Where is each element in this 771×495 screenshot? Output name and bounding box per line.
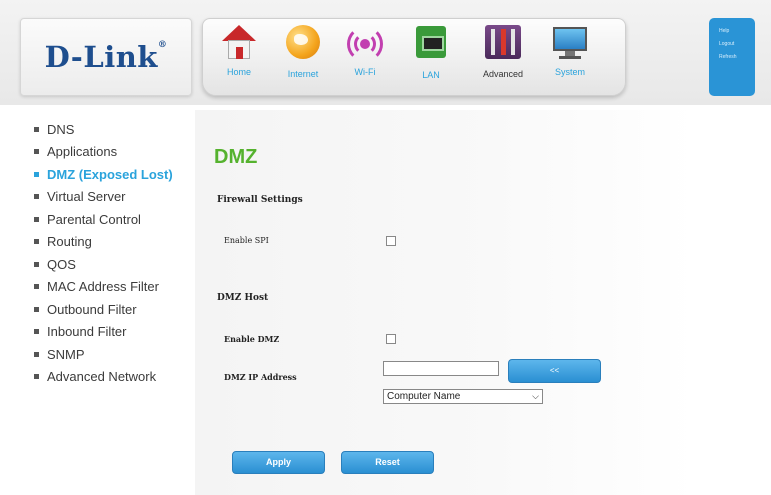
bullet-icon bbox=[34, 149, 39, 155]
reset-button[interactable]: Reset bbox=[341, 451, 434, 474]
sidebar-item-label: SNMP bbox=[47, 346, 85, 362]
sidebar-item-dmz[interactable]: DMZ (Exposed Lost) bbox=[34, 163, 194, 186]
sidebar-item-inbound-filter[interactable]: Inbound Filter bbox=[34, 321, 194, 344]
nav-advanced[interactable]: Advanced bbox=[473, 23, 533, 91]
sidebar-item-label: Applications bbox=[47, 144, 118, 160]
bullet-icon bbox=[34, 306, 39, 312]
nav-wifi[interactable]: Wi-Fi bbox=[335, 23, 395, 91]
bullet-icon bbox=[34, 194, 39, 200]
sidebar-item-routing[interactable]: Routing bbox=[34, 231, 194, 254]
advanced-sidebar: DNS Applications DMZ (Exposed Lost) Virt… bbox=[34, 118, 194, 388]
home-icon bbox=[221, 25, 257, 61]
bullet-icon bbox=[34, 216, 39, 222]
page-title: DMZ bbox=[214, 146, 258, 168]
sidebar-item-label: QOS bbox=[47, 256, 76, 272]
toolbox-icon bbox=[485, 25, 521, 59]
nav-internet-label: Internet bbox=[287, 69, 319, 79]
nav-system-label: System bbox=[554, 67, 585, 77]
nav-home[interactable]: Home bbox=[209, 23, 269, 91]
sidebar-item-mac-filter[interactable]: MAC Address Filter bbox=[34, 276, 194, 299]
sidebar-item-parental-control[interactable]: Parental Control bbox=[34, 208, 194, 231]
help-link[interactable]: Help bbox=[719, 28, 755, 34]
nav-advanced-label: Advanced bbox=[482, 69, 524, 79]
refresh-link[interactable]: Refresh bbox=[719, 54, 755, 60]
sidebar-item-label: DNS bbox=[47, 121, 75, 137]
bullet-icon bbox=[34, 171, 39, 177]
main-nav: Home Internet Wi-Fi LAN Advanced System bbox=[202, 18, 626, 96]
nav-home-label: Home bbox=[226, 67, 251, 77]
nav-system[interactable]: System bbox=[540, 23, 600, 91]
nav-wifi-label: Wi-Fi bbox=[354, 67, 376, 77]
dmz-ip-label: DMZ IP Address bbox=[224, 372, 297, 382]
bullet-icon bbox=[34, 329, 39, 335]
sidebar-item-outbound-filter[interactable]: Outbound Filter bbox=[34, 298, 194, 321]
d-link-logo[interactable]: D-Link® bbox=[20, 18, 192, 96]
dmz-host-heading: DMZ Host bbox=[217, 293, 269, 303]
sidebar-item-label: Advanced Network bbox=[47, 369, 157, 385]
sidebar-item-snmp[interactable]: SNMP bbox=[34, 343, 194, 366]
sidebar-item-qos[interactable]: QOS bbox=[34, 253, 194, 276]
bullet-icon bbox=[34, 261, 39, 267]
firewall-settings-heading: Firewall Settings bbox=[217, 195, 303, 205]
sidebar-item-label: Virtual Server bbox=[47, 189, 126, 205]
bullet-icon bbox=[34, 374, 39, 380]
sidebar-item-label: Inbound Filter bbox=[47, 324, 127, 340]
sidebar-item-label: Outbound Filter bbox=[47, 301, 137, 317]
sidebar-item-dns[interactable]: DNS bbox=[34, 118, 194, 141]
enable-spi-checkbox[interactable] bbox=[386, 236, 396, 246]
nav-lan[interactable]: LAN bbox=[401, 23, 461, 91]
computer-select-value: Computer Name bbox=[387, 391, 461, 402]
sidebar-item-label: DMZ (Exposed Lost) bbox=[47, 166, 173, 182]
bullet-icon bbox=[34, 284, 39, 290]
wifi-icon bbox=[346, 25, 384, 62]
logout-link[interactable]: Logout bbox=[719, 41, 755, 47]
bullet-icon bbox=[34, 239, 39, 245]
content-background bbox=[195, 110, 695, 495]
globe-icon bbox=[286, 25, 320, 59]
sidebar-item-virtual-server[interactable]: Virtual Server bbox=[34, 186, 194, 209]
bullet-icon bbox=[34, 126, 39, 132]
enable-spi-label: Enable SPI bbox=[224, 236, 269, 245]
bullet-icon bbox=[34, 351, 39, 357]
copy-computer-button[interactable]: << bbox=[508, 359, 601, 383]
monitor-icon bbox=[551, 25, 589, 61]
apply-button[interactable]: Apply bbox=[232, 451, 325, 474]
computer-name-select[interactable]: Computer Name ⌵ bbox=[383, 389, 543, 404]
enable-dmz-label: Enable DMZ bbox=[224, 334, 280, 344]
sidebar-item-applications[interactable]: Applications bbox=[34, 141, 194, 164]
lan-port-icon bbox=[416, 26, 446, 58]
sidebar-item-advanced-network[interactable]: Advanced Network bbox=[34, 366, 194, 389]
sidebar-item-label: Routing bbox=[47, 234, 92, 250]
dmz-ip-input[interactable] bbox=[383, 361, 499, 376]
dmz-content-panel: DMZ Firewall Settings Enable SPI DMZ Hos… bbox=[195, 106, 771, 495]
nav-internet[interactable]: Internet bbox=[273, 23, 333, 91]
enable-dmz-checkbox[interactable] bbox=[386, 334, 396, 344]
nav-lan-label: LAN bbox=[422, 70, 440, 80]
chevron-down-icon: ⌵ bbox=[532, 391, 539, 401]
sidebar-item-label: MAC Address Filter bbox=[47, 279, 159, 295]
logo-text: D-Link® bbox=[44, 40, 168, 74]
sidebar-item-label: Parental Control bbox=[47, 211, 141, 227]
utility-links: Help Logout Refresh bbox=[709, 18, 755, 96]
